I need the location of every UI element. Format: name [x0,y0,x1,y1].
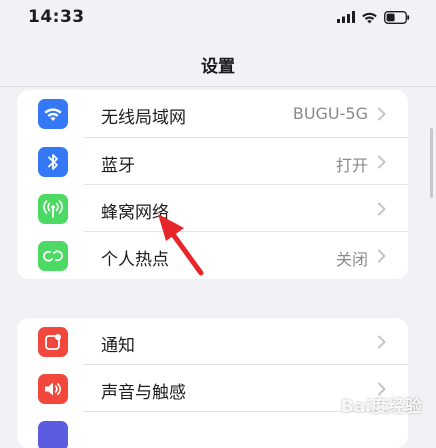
wifi-icon [362,12,377,23]
chevron-right-icon [378,107,386,121]
settings-row-value: 关闭 [335,250,368,269]
wifi-icon [38,99,68,129]
settings-row-label: 蜂窝网络 [101,203,169,223]
status-bar: 14:33 [0,0,436,36]
page-title: 设置 [201,57,235,77]
notification-bell-icon [38,327,68,357]
settings-row-personal-hotspot[interactable]: 个人热点 关闭 [17,232,408,279]
settings-group-notifications: 通知 声音与触感 [17,318,408,448]
chevron-right-icon [378,202,386,216]
signal-icon [337,11,355,23]
settings-row-wlan[interactable]: 无线局域网 BUGU-5G [17,90,408,138]
settings-row-value: BUGU-5G [292,104,368,123]
cellular-antenna-icon [38,194,68,224]
settings-row-cellular[interactable]: 蜂窝网络 [17,185,408,232]
chevron-right-icon [378,155,386,169]
settings-row-label: 蓝牙 [101,156,135,176]
settings-row-bluetooth[interactable]: 蓝牙 打开 [17,138,408,185]
status-time: 14:33 [28,7,85,27]
watermark: Bai度经验 [340,397,422,417]
settings-row-label: 无线局域网 [101,108,186,128]
scrollbar[interactable] [430,128,433,198]
bluetooth-icon [38,147,68,177]
nav-divider [0,86,436,87]
settings-group-connectivity: 无线局域网 BUGU-5G 蓝牙 打开 蜂窝网络 个人热点 关闭 [17,90,408,279]
settings-row-notifications[interactable]: 通知 [17,318,408,365]
settings-row-next[interactable] [17,412,408,448]
chevron-right-icon [378,335,386,349]
battery-icon [384,10,410,24]
settings-row-label: 声音与触感 [101,383,186,403]
settings-row-value: 打开 [335,156,368,175]
focus-icon [38,421,68,448]
status-icons [337,9,410,25]
chevron-right-icon [378,249,386,263]
personal-hotspot-icon [38,241,68,271]
settings-row-label: 通知 [101,336,135,356]
settings-row-label: 个人热点 [101,250,169,270]
speaker-icon [38,374,68,404]
